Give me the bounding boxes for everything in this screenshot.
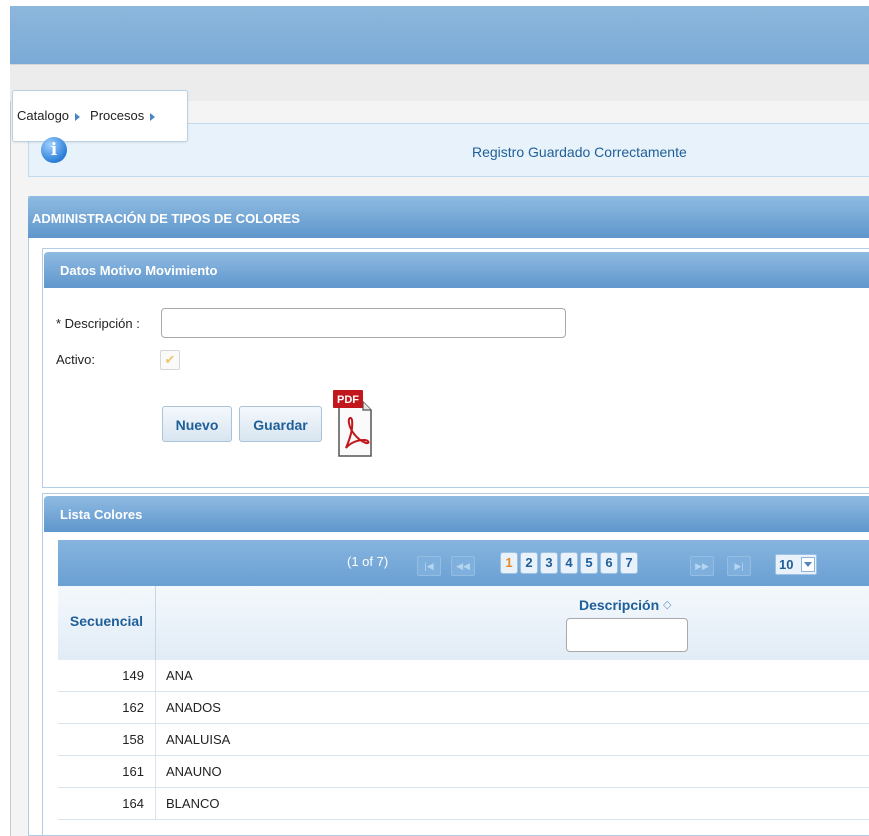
page-button-6[interactable]: 6 bbox=[600, 552, 618, 574]
page-button-4[interactable]: 4 bbox=[560, 552, 578, 574]
page-button-5[interactable]: 5 bbox=[580, 552, 598, 574]
descripcion-input[interactable] bbox=[161, 308, 566, 338]
page-report: (1 of 7) bbox=[347, 554, 389, 569]
cell-descripcion: ANA bbox=[166, 668, 193, 683]
descripcion-label: * Descripción : bbox=[56, 316, 140, 331]
page-button-7[interactable]: 7 bbox=[620, 552, 638, 574]
cell-secuencial: 161 bbox=[58, 756, 156, 787]
page-button-3[interactable]: 3 bbox=[540, 552, 558, 574]
cell-secuencial: 164 bbox=[58, 788, 156, 819]
table-row[interactable]: 164 BLANCO bbox=[58, 788, 869, 820]
table-row[interactable]: 161 ANAUNO bbox=[58, 756, 869, 788]
table-row[interactable]: 149 ANA bbox=[58, 660, 869, 692]
table-header bbox=[58, 586, 869, 661]
cell-descripcion: ANAUNO bbox=[166, 764, 222, 779]
nuevo-button[interactable]: Nuevo bbox=[162, 406, 232, 442]
first-page-icon[interactable]: |◀ bbox=[417, 556, 441, 576]
page-button-1[interactable]: 1 bbox=[500, 552, 518, 574]
info-message-text: Registro Guardado Correctamente bbox=[472, 144, 687, 160]
cell-descripcion: ANALUISA bbox=[166, 732, 231, 747]
cell-secuencial: 162 bbox=[58, 692, 156, 723]
checkmark-icon: ✔ bbox=[164, 352, 176, 367]
table-row[interactable]: 158 ANALUISA bbox=[58, 724, 869, 756]
rows-per-page-value: 10 bbox=[779, 557, 794, 572]
top-header-bar bbox=[10, 6, 869, 64]
panel-title: ADMINISTRACIÓN DE TIPOS DE COLORES bbox=[28, 196, 869, 238]
cell-descripcion: ANADOS bbox=[166, 700, 221, 715]
page-button-2[interactable]: 2 bbox=[520, 552, 538, 574]
caret-right-icon bbox=[150, 112, 156, 121]
activo-checkbox[interactable]: ✔ bbox=[160, 350, 180, 370]
pdf-badge-text: PDF bbox=[337, 394, 359, 406]
previous-page-icon[interactable]: ◀◀ bbox=[451, 556, 475, 576]
cell-descripcion: BLANCO bbox=[166, 796, 220, 811]
rows-per-page-select[interactable]: 10 bbox=[775, 554, 817, 575]
next-page-icon[interactable]: ▶▶ bbox=[690, 556, 714, 576]
cell-secuencial: 158 bbox=[58, 724, 156, 755]
chevron-down-icon bbox=[801, 557, 815, 572]
column-header-descripcion[interactable]: Descripción bbox=[579, 597, 659, 613]
guardar-button[interactable]: Guardar bbox=[239, 406, 322, 442]
column-header-secuencial[interactable]: Secuencial bbox=[58, 586, 156, 660]
cell-secuencial: 149 bbox=[58, 660, 156, 691]
activo-label: Activo: bbox=[56, 352, 96, 367]
breadcrumb: Catalogo Procesos bbox=[12, 90, 188, 142]
caret-right-icon bbox=[75, 112, 81, 121]
breadcrumb-item-catalogo[interactable]: Catalogo bbox=[17, 108, 69, 123]
breadcrumb-item-procesos[interactable]: Procesos bbox=[90, 108, 144, 123]
table-row[interactable]: 162 ANADOS bbox=[58, 692, 869, 724]
sort-icon[interactable]: ◇ bbox=[663, 598, 671, 611]
pdf-export-icon[interactable]: PDF bbox=[333, 390, 373, 458]
last-page-icon[interactable]: ▶| bbox=[727, 556, 751, 576]
info-icon: i bbox=[41, 137, 67, 163]
list-title: Lista Colores bbox=[44, 496, 869, 532]
descripcion-filter-input[interactable] bbox=[566, 618, 688, 652]
form-title: Datos Motivo Movimiento bbox=[44, 252, 869, 288]
